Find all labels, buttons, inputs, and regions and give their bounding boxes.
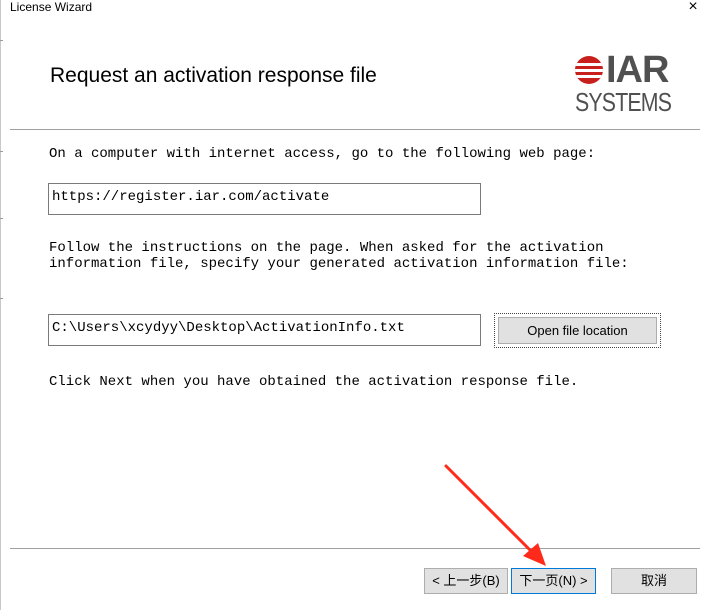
next-hint-text: Click Next when you have obtained the ac…: [49, 374, 579, 390]
close-icon[interactable]: ×: [677, 0, 709, 18]
window-left-edge: [0, 0, 1, 610]
open-file-location-button[interactable]: Open file location: [498, 317, 657, 344]
window-titlebar: License Wizard ×: [0, 0, 709, 18]
footer-separator: [10, 548, 700, 550]
intro-text: On a computer with internet access, go t…: [49, 146, 596, 162]
iar-logo-mark-icon: [575, 56, 603, 84]
logo-text-iar: IAR: [606, 49, 669, 91]
window-edge-mark: [0, 151, 3, 152]
window-edge-mark: [0, 40, 3, 41]
header-separator: [10, 129, 700, 131]
back-button[interactable]: < 上一步(B): [424, 568, 508, 594]
window-title: License Wizard: [10, 0, 93, 14]
activation-file-path-field[interactable]: C:\Users\xcydyy\Desktop\ActivationInfo.t…: [48, 314, 481, 346]
instructions-line-1: Follow the instructions on the page. Whe…: [49, 240, 604, 256]
iar-systems-logo: IAR SYSTEMS: [570, 49, 675, 120]
window-edge-mark: [0, 218, 3, 219]
page-title: Request an activation response file: [50, 64, 377, 87]
cancel-button[interactable]: 取消: [611, 568, 697, 594]
window-edge-mark: [0, 298, 3, 299]
next-button[interactable]: 下一页(N) >: [511, 568, 596, 594]
instructions-line-2: information file, specify your generated…: [49, 256, 629, 272]
url-field[interactable]: https://register.iar.com/activate: [48, 183, 481, 215]
logo-text-systems: SYSTEMS: [575, 87, 672, 117]
open-file-location-focus-frame: Open file location: [494, 313, 661, 348]
